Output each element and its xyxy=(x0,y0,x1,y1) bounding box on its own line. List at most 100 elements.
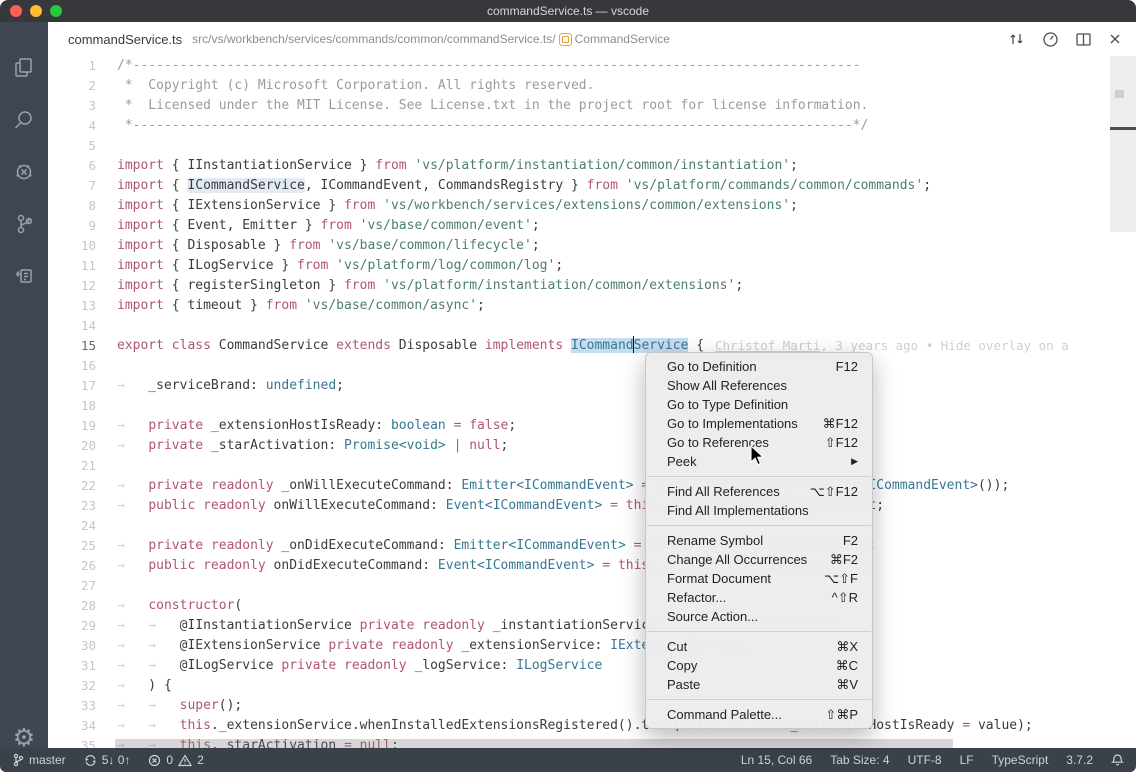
menu-item-change-all-occurrences[interactable]: Change All Occurrences⌘F2 xyxy=(646,550,872,569)
code-line[interactable]: 11import { ILogService } from 'vs/platfo… xyxy=(48,256,1136,276)
code-line[interactable]: 4 *-------------------------------------… xyxy=(48,116,1136,136)
code-line[interactable]: 21 xyxy=(48,456,1136,476)
horizontal-scrollbar[interactable] xyxy=(115,739,953,748)
menu-item-label: Rename Symbol xyxy=(667,533,843,548)
git-branch-icon xyxy=(12,753,24,767)
minimize-window-button[interactable] xyxy=(30,5,42,17)
search-icon xyxy=(11,107,37,133)
menu-item-shortcut: ⌘F12 xyxy=(823,416,858,432)
language-mode[interactable]: TypeScript xyxy=(992,753,1049,767)
code-line[interactable]: 6import { IInstantiationService } from '… xyxy=(48,156,1136,176)
code-line[interactable]: 27 xyxy=(48,576,1136,596)
close-window-button[interactable] xyxy=(10,5,22,17)
code-line[interactable]: 34→ → this._extensionService.whenInstall… xyxy=(48,716,1136,736)
menu-item-paste[interactable]: Paste⌘V xyxy=(646,675,872,694)
code-line[interactable]: 28→ constructor( xyxy=(48,596,1136,616)
tab-size[interactable]: Tab Size: 4 xyxy=(830,753,889,767)
menu-item-show-all-references[interactable]: Show All References xyxy=(646,376,872,395)
code-line[interactable]: 30→ → @IExtensionService private readonl… xyxy=(48,636,1136,656)
code-line[interactable]: 18 xyxy=(48,396,1136,416)
menu-item-find-all-implementations[interactable]: Find All Implementations xyxy=(646,501,872,520)
code-line[interactable]: 24 xyxy=(48,516,1136,536)
menu-item-rename-symbol[interactable]: Rename SymbolF2 xyxy=(646,531,872,550)
notifications-button[interactable] xyxy=(1111,753,1124,767)
code-line[interactable]: 26→ public readonly onDidExecuteCommand:… xyxy=(48,556,1136,576)
code-line[interactable]: 19→ private _extensionHostIsReady: boole… xyxy=(48,416,1136,436)
code-line[interactable]: 12import { registerSingleton } from 'vs/… xyxy=(48,276,1136,296)
split-editor-icon[interactable] xyxy=(1075,32,1092,47)
cursor-position[interactable]: Ln 15, Col 66 xyxy=(741,753,812,767)
overview-ruler[interactable] xyxy=(1110,56,1136,232)
sidebar-item-search[interactable] xyxy=(0,100,48,140)
code-line[interactable]: 10import { Disposable } from 'vs/base/co… xyxy=(48,236,1136,256)
breadcrumb-path[interactable]: src/vs/workbench/services/commands/commo… xyxy=(192,32,555,46)
menu-item-source-action[interactable]: Source Action... xyxy=(646,607,872,626)
menu-item-command-palette[interactable]: Command Palette...⇧⌘P xyxy=(646,705,872,724)
code-text: import { ICommandService, ICommandEvent,… xyxy=(96,176,931,196)
code-line[interactable]: 1/*-------------------------------------… xyxy=(48,56,1136,76)
code-text xyxy=(96,576,117,596)
menu-item-refactor[interactable]: Refactor...^⇧R xyxy=(646,588,872,607)
code-text: → ) { xyxy=(96,676,172,696)
warning-count: 2 xyxy=(197,753,204,767)
sidebar-item-extensions[interactable] xyxy=(0,256,48,296)
typescript-version[interactable]: 3.7.2 xyxy=(1066,753,1093,767)
code-line[interactable]: 3 * Licensed under the MIT License. See … xyxy=(48,96,1136,116)
code-line[interactable]: 23→ public readonly onWillExecuteCommand… xyxy=(48,496,1136,516)
menu-item-copy[interactable]: Copy⌘C xyxy=(646,656,872,675)
code-line[interactable]: 31→ → @ILogService private readonly _log… xyxy=(48,656,1136,676)
timeline-icon[interactable] xyxy=(1042,31,1059,48)
code-line[interactable]: 13import { timeout } from 'vs/base/commo… xyxy=(48,296,1136,316)
menu-item-cut[interactable]: Cut⌘X xyxy=(646,637,872,656)
menu-item-shortcut: ⌘X xyxy=(836,639,858,655)
line-number: 28 xyxy=(48,596,96,616)
breadcrumb-symbol[interactable]: CommandService xyxy=(575,32,670,46)
problems-indicator[interactable]: 0 2 xyxy=(148,753,203,767)
code-line[interactable]: 16 xyxy=(48,356,1136,376)
code-line[interactable]: 9import { Event, Emitter } from 'vs/base… xyxy=(48,216,1136,236)
menu-item-format-document[interactable]: Format Document⌥⇧F xyxy=(646,569,872,588)
code-line[interactable]: 17→ _serviceBrand: undefined; xyxy=(48,376,1136,396)
open-changes-icon[interactable] xyxy=(1008,31,1026,47)
sidebar-item-explorer[interactable] xyxy=(0,48,48,88)
code-line[interactable]: 32→ ) { xyxy=(48,676,1136,696)
encoding[interactable]: UTF-8 xyxy=(908,753,942,767)
menu-item-go-to-implementations[interactable]: Go to Implementations⌘F12 xyxy=(646,414,872,433)
line-number: 1 xyxy=(48,56,96,76)
sync-icon xyxy=(84,754,97,767)
line-number: 25 xyxy=(48,536,96,556)
code-line[interactable]: 25→ private readonly _onDidExecuteComman… xyxy=(48,536,1136,556)
code-line[interactable]: 14 xyxy=(48,316,1136,336)
code-line[interactable]: 20→ private _starActivation: Promise<voi… xyxy=(48,436,1136,456)
code-line[interactable]: 33→ → super(); xyxy=(48,696,1136,716)
code-line[interactable]: 5 xyxy=(48,136,1136,156)
line-number: 15 xyxy=(48,336,96,356)
menu-item-go-to-definition[interactable]: Go to DefinitionF12 xyxy=(646,357,872,376)
sidebar-item-source-control[interactable] xyxy=(0,204,48,244)
code-text: * Copyright (c) Microsoft Corporation. A… xyxy=(96,76,594,96)
zoom-window-button[interactable] xyxy=(50,5,62,17)
blame-author-link[interactable]: Christof Marti xyxy=(715,338,820,353)
menu-item-label: Find All Implementations xyxy=(667,503,858,518)
code-area[interactable]: 1/*-------------------------------------… xyxy=(48,56,1136,748)
code-line[interactable]: 8import { IExtensionService } from 'vs/w… xyxy=(48,196,1136,216)
menu-item-label: Go to Type Definition xyxy=(667,397,858,412)
title-bar[interactable]: commandService.ts — vscode xyxy=(0,0,1136,22)
menu-item-go-to-type-definition[interactable]: Go to Type Definition xyxy=(646,395,872,414)
menu-item-find-all-references[interactable]: Find All References⌥⇧F12 xyxy=(646,482,872,501)
code-line[interactable]: 29→ → @IInstantiationService private rea… xyxy=(48,616,1136,636)
breadcrumb[interactable]: src/vs/workbench/services/commands/commo… xyxy=(192,32,670,46)
tab-commandservice[interactable]: commandService.ts xyxy=(68,32,182,47)
code-line[interactable]: 2 * Copyright (c) Microsoft Corporation.… xyxy=(48,76,1136,96)
line-number: 32 xyxy=(48,676,96,696)
menu-item-label: Refactor... xyxy=(667,590,832,605)
line-number: 18 xyxy=(48,396,96,416)
branch-indicator[interactable]: master xyxy=(12,753,66,767)
code-line[interactable]: 7import { ICommandService, ICommandEvent… xyxy=(48,176,1136,196)
code-line[interactable]: 22→ private readonly _onWillExecuteComma… xyxy=(48,476,1136,496)
close-icon[interactable] xyxy=(1108,32,1122,46)
line-number: 10 xyxy=(48,236,96,256)
sidebar-item-debug[interactable] xyxy=(0,152,48,192)
sync-indicator[interactable]: 5↓ 0↑ xyxy=(84,753,131,767)
eol[interactable]: LF xyxy=(960,753,974,767)
